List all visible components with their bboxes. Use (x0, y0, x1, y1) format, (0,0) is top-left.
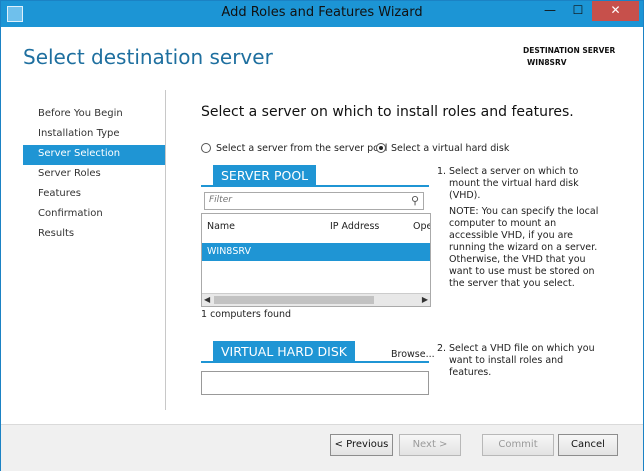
column-header-operating-system[interactable]: Ope (413, 221, 430, 232)
computers-found-count: 1 computers found (201, 309, 292, 320)
step-note: NOTE: You can specify the local computer… (437, 206, 607, 290)
previous-button[interactable]: < Previous (330, 434, 393, 456)
step-note-text: NOTE: You can specify the local computer… (449, 206, 599, 289)
nav-item-results[interactable]: Results (23, 225, 165, 245)
server-grid: Name IP Address Ope WIN8SRV ◀ ▶ (201, 213, 431, 307)
wizard-window: Add Roles and Features Wizard — ☐ ✕ Sele… (0, 0, 644, 471)
filter-input[interactable] (205, 193, 408, 207)
step-2-number: 2. (437, 343, 447, 354)
nav-item-before-you-begin[interactable]: Before You Begin (23, 105, 165, 125)
close-button[interactable]: ✕ (592, 1, 639, 21)
nav-item-features[interactable]: Features (23, 185, 165, 205)
nav-item-server-roles[interactable]: Server Roles (23, 165, 165, 185)
nav-item-confirmation[interactable]: Confirmation (23, 205, 165, 225)
radio-server-pool[interactable]: Select a server from the server pool (201, 141, 387, 155)
radio-server-pool-label: Select a server from the server pool (216, 142, 388, 154)
title-bar[interactable]: Add Roles and Features Wizard — ☐ ✕ (1, 1, 643, 27)
step-1: 1. Select a server on which to mount the… (437, 166, 607, 202)
radio-server-pool-circle[interactable] (201, 143, 211, 153)
scroll-left-icon[interactable]: ◀ (204, 295, 210, 304)
step-1-number: 1. (437, 166, 447, 177)
server-pool-underline (201, 185, 429, 187)
radio-virtual-hard-disk-label: Select a virtual hard disk (391, 142, 510, 154)
minimize-button[interactable]: — (536, 1, 564, 21)
horizontal-scrollbar[interactable]: ◀ ▶ (202, 293, 430, 306)
vhd-heading: VIRTUAL HARD DISK (213, 341, 355, 363)
nav-item-server-selection[interactable]: Server Selection (23, 145, 165, 165)
next-button[interactable]: Next > (399, 434, 461, 456)
scroll-right-icon[interactable]: ▶ (422, 295, 428, 304)
server-pool-heading: SERVER POOL (213, 165, 317, 187)
search-icon[interactable]: ⚲ (411, 194, 419, 207)
browse-link[interactable]: Browse... (391, 349, 435, 360)
vhd-underline (201, 361, 429, 363)
destination-server-name: WIN8SRV (527, 58, 567, 67)
column-header-ip-address[interactable]: IP Address (330, 221, 379, 232)
column-header-name[interactable]: Name (207, 221, 235, 232)
filter-box[interactable]: ⚲ (204, 192, 424, 210)
cancel-button[interactable]: Cancel (558, 434, 618, 456)
grid-header: Name IP Address Ope (202, 214, 430, 240)
vhd-path-box[interactable] (201, 371, 429, 395)
step-1-text: Select a server on which to mount the vi… (449, 166, 579, 201)
wizard-nav: Before You Begin Installation Type Serve… (23, 105, 165, 245)
step-2-text: Select a VHD file on which you want to i… (449, 343, 595, 378)
radio-virtual-hard-disk[interactable]: Select a virtual hard disk (376, 141, 509, 155)
scroll-thumb[interactable] (214, 296, 374, 304)
page-heading: Select destination server (23, 45, 273, 69)
commit-button[interactable]: Commit (482, 434, 554, 456)
row-server-name: WIN8SRV (207, 246, 251, 257)
radio-virtual-hard-disk-circle[interactable] (376, 143, 386, 153)
maximize-button[interactable]: ☐ (564, 1, 592, 21)
main-title: Select a server on which to install role… (201, 104, 574, 120)
destination-server-label: DESTINATION SERVER (523, 46, 616, 55)
nav-item-installation-type[interactable]: Installation Type (23, 125, 165, 145)
nav-divider (165, 90, 166, 410)
table-row[interactable]: WIN8SRV (202, 243, 430, 261)
vhd-path-input[interactable] (202, 372, 426, 394)
step-2: 2. Select a VHD file on which you want t… (437, 343, 607, 379)
